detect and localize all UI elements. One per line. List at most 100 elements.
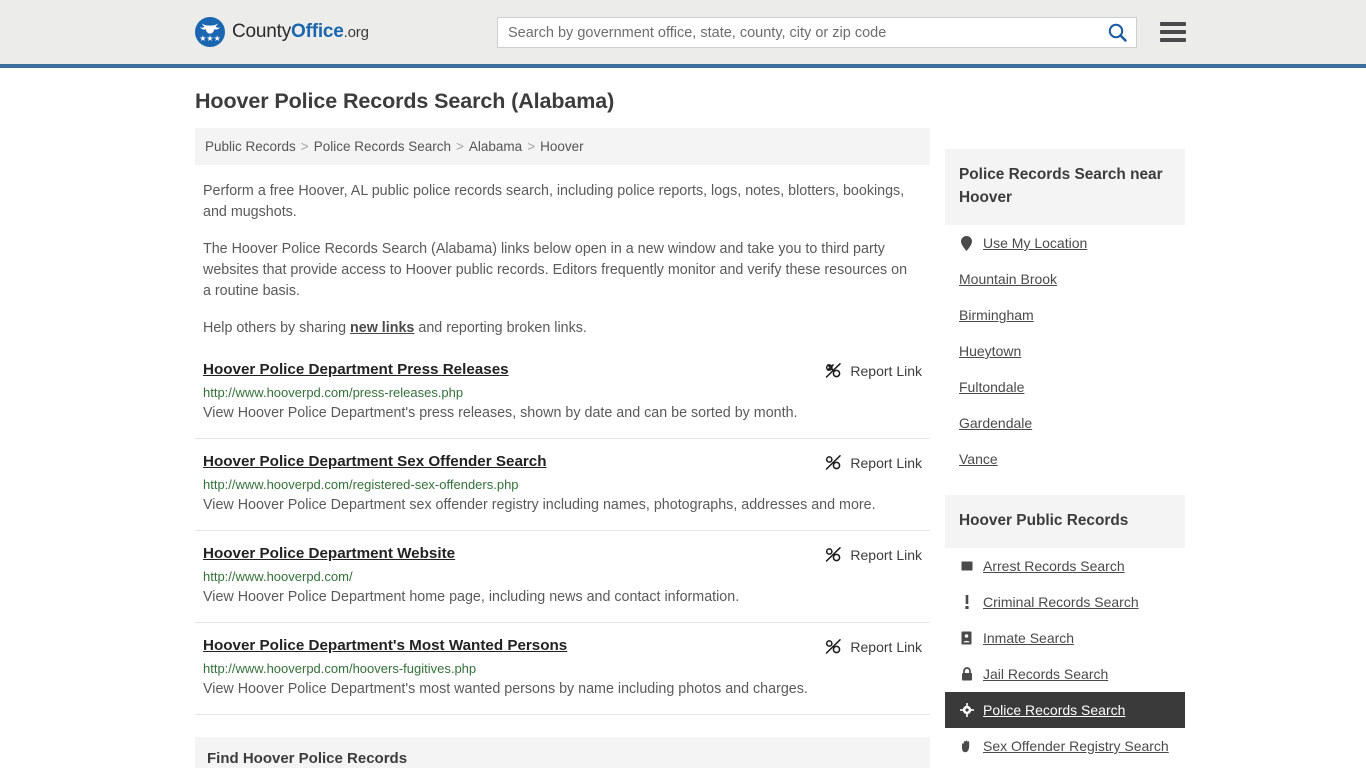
sidebar-item-jail-records-search[interactable]: Jail Records Search (945, 656, 1185, 692)
result-title-link[interactable]: Hoover Police Department Website (203, 545, 455, 562)
find-records-heading: Find Hoover Police Records (195, 737, 930, 768)
sidebar-item-hueytown[interactable]: Hueytown (945, 333, 1185, 369)
sidebar-link-label[interactable]: Use My Location (983, 235, 1087, 251)
sidebar-item-warrant-search[interactable]: Warrant Search (945, 764, 1185, 768)
sidebar-item-police-records-search[interactable]: Police Records Search (945, 692, 1185, 728)
report-link-button[interactable]: Report Link (825, 638, 922, 655)
breadcrumb: Public Records > Police Records Search > Ala… (195, 128, 930, 165)
breadcrumb-item-hoover[interactable]: Hoover (540, 139, 584, 154)
sidebar-item-sex-offender-registry-search[interactable]: Sex Offender Registry Search (945, 728, 1185, 764)
broken-link-icon (826, 547, 842, 562)
sidebar-item-birmingham[interactable]: Birmingham (945, 297, 1185, 333)
hamburger-bar (1160, 30, 1186, 34)
report-link-label: Report Link (850, 546, 922, 563)
result-title-link[interactable]: Hoover Police Department Sex Offender Se… (203, 453, 547, 470)
results-list: Hoover Police Department Press Releases … (195, 361, 930, 715)
result-title-link[interactable]: Hoover Police Department Press Releases (203, 361, 509, 378)
police-badge-icon (959, 703, 974, 717)
breadcrumb-separator: > (456, 139, 464, 154)
report-link-label: Report Link (850, 362, 922, 379)
hamburger-bar (1160, 38, 1186, 42)
lock-icon (959, 667, 974, 681)
hand-icon (959, 739, 974, 753)
result-item: Hoover Police Department Sex Offender Se… (195, 453, 930, 531)
sidebar-item-gardendale[interactable]: Gardendale (945, 405, 1185, 441)
breadcrumb-item-alabama[interactable]: Alabama (469, 139, 522, 154)
exclamation-icon (959, 595, 974, 609)
result-url: http://www.hooverpd.com/hoovers-fugitive… (203, 661, 477, 676)
sidebar-item-vance[interactable]: Vance (945, 441, 1185, 477)
sidebar-item-fultondale[interactable]: Fultondale (945, 369, 1185, 405)
sidebar-link-label[interactable]: Gardendale (959, 415, 1032, 431)
logo-stars: ★★★ (199, 34, 221, 43)
result-description: View Hoover Police Department's most wan… (203, 681, 808, 697)
logo-text-county: County (232, 21, 292, 42)
breadcrumb-item-public-records[interactable]: Public Records (205, 139, 296, 154)
hamburger-menu-icon[interactable] (1160, 19, 1186, 45)
page-body: Hoover Police Records Search (Alabama) P… (0, 89, 1366, 768)
new-links-link[interactable]: new links (350, 320, 414, 336)
report-link-button[interactable]: Report Link (825, 546, 922, 563)
sidebar-link-label[interactable]: Vance (959, 451, 998, 467)
intro-paragraph-2: The Hoover Police Records Search (Alabam… (203, 241, 908, 299)
breadcrumb-separator: > (527, 139, 536, 154)
sidebar-link-label[interactable]: Fultondale (959, 379, 1024, 395)
result-description: View Hoover Police Department sex offend… (203, 497, 876, 513)
map-pin-icon (959, 235, 974, 251)
result-item: Hoover Police Department Press Releases … (195, 361, 930, 439)
search-button[interactable] (1098, 18, 1136, 47)
sidebar-near-heading: Police Records Search near Hoover (945, 149, 1185, 225)
sidebar-item-inmate-search[interactable]: Inmate Search (945, 620, 1185, 656)
result-title-link[interactable]: Hoover Police Department's Most Wanted P… (203, 637, 567, 654)
search-bar[interactable] (497, 17, 1137, 48)
sidebar-item-arrest-records-search[interactable]: Arrest Records Search (945, 548, 1185, 584)
sidebar-link-label[interactable]: Birmingham (959, 307, 1034, 323)
sidebar-link-label[interactable]: Sex Offender Registry Search (983, 738, 1169, 754)
broken-link-icon (826, 639, 842, 654)
broken-link-icon (826, 363, 842, 378)
sidebar-item-mountain-brook[interactable]: Mountain Brook (945, 261, 1185, 297)
sidebar-item-criminal-records-search[interactable]: Criminal Records Search (945, 584, 1185, 620)
id-card-icon (959, 631, 974, 645)
fingerprint-icon (959, 560, 974, 572)
sidebar-link-label[interactable]: Arrest Records Search (983, 558, 1125, 574)
report-link-label: Report Link (850, 454, 922, 471)
broken-link-icon (826, 455, 842, 470)
logo-wordmark: CountyOffice.org (232, 21, 369, 43)
main-column: Public Records > Police Records Search > Ala… (195, 128, 930, 768)
result-description: View Hoover Police Department home page,… (203, 589, 740, 605)
search-icon (1108, 23, 1127, 42)
report-link-button[interactable]: Report Link (825, 454, 922, 471)
eagle-icon (199, 23, 221, 34)
sidebar-public-records-heading: Hoover Public Records (945, 495, 1185, 548)
result-item: Hoover Police Department Website Report … (195, 545, 930, 623)
sidebar-link-label[interactable]: Jail Records Search (983, 666, 1108, 682)
page-title: Hoover Police Records Search (Alabama) (195, 89, 615, 113)
sidebar-link-label[interactable]: Hueytown (959, 343, 1021, 359)
intro-paragraph-3: Help others by sharing new links and rep… (203, 318, 915, 339)
site-header: ★★★ CountyOffice.org (0, 0, 1366, 68)
sidebar-public-records-list: Arrest Records Search Criminal Records S… (945, 548, 1185, 768)
result-url: http://www.hooverpd.com/press-releases.p… (203, 385, 464, 400)
result-url: http://www.hooverpd.com/ (203, 569, 353, 584)
hamburger-bar (1160, 22, 1186, 26)
sidebar-link-label[interactable]: Criminal Records Search (983, 594, 1139, 610)
logo-text-org: .org (343, 24, 369, 41)
sidebar-nearby-list: Use My Location Mountain Brook Birmingha… (945, 225, 1185, 477)
sidebar-link-label[interactable]: Inmate Search (983, 630, 1074, 646)
breadcrumb-separator: > (300, 139, 309, 154)
result-description: View Hoover Police Department's press re… (203, 405, 798, 421)
intro-p3-after: and reporting broken links. (414, 320, 587, 336)
report-link-label: Report Link (850, 638, 922, 655)
sidebar-item-use-my-location[interactable]: Use My Location (945, 225, 1185, 261)
intro-paragraph-1: Perform a free Hoover, AL public police … (203, 183, 905, 220)
intro-text: Perform a free Hoover, AL public police … (195, 181, 930, 339)
breadcrumb-item-police-records-search[interactable]: Police Records Search (314, 139, 451, 154)
search-input[interactable] (498, 18, 1098, 47)
site-logo[interactable]: ★★★ CountyOffice.org (195, 17, 369, 47)
result-url: http://www.hooverpd.com/registered-sex-o… (203, 477, 519, 492)
sidebar-link-label[interactable]: Police Records Search (983, 702, 1125, 718)
report-link-button[interactable]: Report Link (825, 362, 922, 379)
county-office-logo-icon: ★★★ (195, 17, 225, 47)
sidebar-link-label[interactable]: Mountain Brook (959, 271, 1057, 287)
